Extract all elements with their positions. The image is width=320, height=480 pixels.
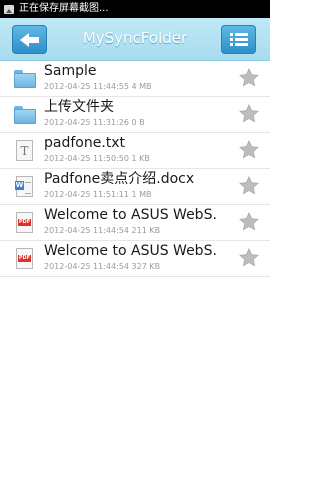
file-name: Welcome to ASUS WebS. <box>44 207 217 223</box>
star-icon[interactable] <box>238 139 260 161</box>
file-meta: 2012-04-25 11:51:11 1 MB <box>44 189 152 200</box>
list-item[interactable]: PDF Welcome to ASUS WebS. 2012-04-25 11:… <box>0 205 270 241</box>
file-size: 1 MB <box>131 190 152 199</box>
file-size: 1 KB <box>131 154 150 163</box>
folder-icon <box>14 70 36 88</box>
pdf-file-icon: PDF <box>16 212 33 233</box>
file-date: 2012-04-25 11:44:55 <box>44 82 129 91</box>
file-size: 0 B <box>131 118 145 127</box>
word-file-icon: W <box>15 176 33 197</box>
file-name: padfone.txt <box>44 135 126 151</box>
file-date: 2012-04-25 11:44:54 <box>44 226 129 235</box>
file-name: Welcome to ASUS WebS. <box>44 243 217 259</box>
file-date: 2012-04-25 11:50:50 <box>44 154 129 163</box>
file-meta: 2012-04-25 11:44:55 4 MB <box>44 81 152 92</box>
back-button[interactable] <box>12 25 47 54</box>
list-item[interactable]: W Padfone卖点介绍.docx 2012-04-25 11:51:11 1… <box>0 169 270 205</box>
star-icon[interactable] <box>238 211 260 233</box>
file-meta: 2012-04-25 11:50:50 1 KB <box>44 153 150 164</box>
pdf-file-icon: PDF <box>16 248 33 269</box>
list-item[interactable]: 上传文件夹 2012-04-25 11:31:26 0 B <box>0 97 270 133</box>
file-size: 327 KB <box>131 262 161 271</box>
list-icon <box>229 32 248 47</box>
back-arrow-icon <box>19 32 40 47</box>
file-meta: 2012-04-25 11:44:54 327 KB <box>44 261 160 272</box>
status-bar: 正在保存屏幕截图... <box>0 0 270 18</box>
text-file-icon: T <box>16 140 33 161</box>
list-item[interactable]: Sample 2012-04-25 11:44:55 4 MB <box>0 61 270 97</box>
star-icon[interactable] <box>238 67 260 89</box>
folder-icon <box>14 106 36 124</box>
file-size: 211 KB <box>131 226 161 235</box>
file-name: 上传文件夹 <box>44 99 114 115</box>
file-date: 2012-04-25 11:51:11 <box>44 190 129 199</box>
status-text: 正在保存屏幕截图... <box>19 3 109 14</box>
toolbar: MySyncFolder <box>0 18 270 61</box>
file-meta: 2012-04-25 11:44:54 211 KB <box>44 225 160 236</box>
view-menu-button[interactable] <box>221 25 256 54</box>
file-meta: 2012-04-25 11:31:26 0 B <box>44 117 145 128</box>
list-item[interactable]: T padfone.txt 2012-04-25 11:50:50 1 KB <box>0 133 270 169</box>
page-title: MySyncFolder <box>82 29 188 47</box>
file-date: 2012-04-25 11:44:54 <box>44 262 129 271</box>
star-icon[interactable] <box>238 175 260 197</box>
star-icon[interactable] <box>238 247 260 269</box>
screenshot-icon <box>4 4 14 14</box>
file-date: 2012-04-25 11:31:26 <box>44 118 129 127</box>
file-size: 4 MB <box>131 82 152 91</box>
star-icon[interactable] <box>238 103 260 125</box>
file-name: Padfone卖点介绍.docx <box>44 171 195 187</box>
file-list: Sample 2012-04-25 11:44:55 4 MB 上传文件夹 20… <box>0 61 270 277</box>
file-name: Sample <box>44 63 97 79</box>
list-item[interactable]: PDF Welcome to ASUS WebS. 2012-04-25 11:… <box>0 241 270 277</box>
